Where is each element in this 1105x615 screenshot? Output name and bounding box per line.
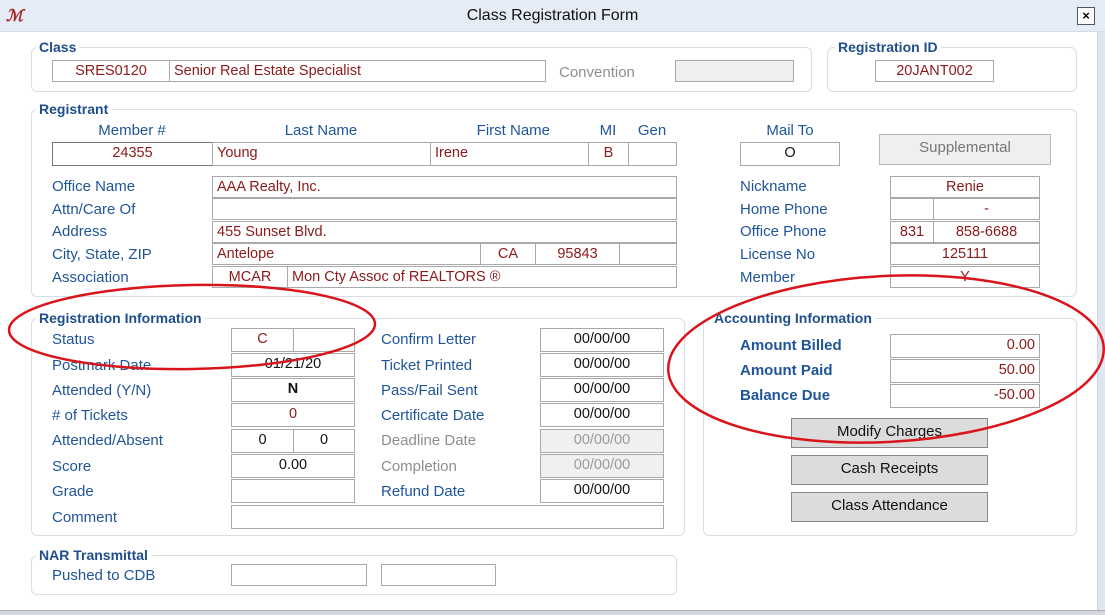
office-phone-area-field[interactable]: 831 [890, 221, 934, 243]
completion-field: 00/00/00 [540, 454, 664, 478]
gen-field[interactable] [628, 142, 677, 166]
office-phone-number-field[interactable]: 858-6688 [933, 221, 1040, 243]
registrant-label: Registrant [36, 101, 112, 117]
status-extra-field[interactable] [293, 328, 355, 352]
window-bottom-edge [0, 610, 1105, 615]
comment-label: Comment [52, 509, 118, 526]
class-attendance-button[interactable]: Class Attendance [791, 492, 988, 522]
member-label: Member [740, 269, 796, 286]
address-label: Address [52, 223, 108, 240]
certificate-date-field[interactable]: 00/00/00 [540, 403, 664, 427]
zip-ext-field[interactable] [619, 243, 677, 265]
pass-fail-sent-label: Pass/Fail Sent [381, 382, 478, 399]
comment-field[interactable] [231, 505, 664, 529]
title-bar: ℳ Class Registration Form × [0, 0, 1105, 32]
amount-billed-label: Amount Billed [740, 337, 842, 354]
registration-id-label: Registration ID [835, 39, 941, 55]
license-no-field[interactable]: 125111 [890, 243, 1040, 265]
amount-paid-field[interactable]: 50.00 [890, 359, 1040, 383]
balance-due-label: Balance Due [740, 387, 831, 404]
nickname-field[interactable]: Renie [890, 176, 1040, 198]
class-code-field[interactable]: SRES0120 [52, 60, 170, 82]
attended-field[interactable]: N [231, 378, 355, 402]
amount-paid-label: Amount Paid [740, 362, 833, 379]
pushed-to-cdb-field-2[interactable] [381, 564, 496, 586]
mail-to-field[interactable]: O [740, 142, 840, 166]
supplemental-button[interactable]: Supplemental [879, 134, 1051, 165]
status-field[interactable]: C [231, 328, 294, 352]
first-name-field[interactable]: Irene [430, 142, 589, 166]
postmark-date-field[interactable]: 01/21/20 [231, 353, 355, 377]
window-title: Class Registration Form [466, 7, 639, 24]
balance-due-field[interactable]: -50.00 [890, 384, 1040, 408]
nar-transmittal-label: NAR Transmittal [36, 547, 151, 563]
attended-label: Attended (Y/N) [52, 382, 152, 399]
refund-date-label: Refund Date [381, 483, 466, 500]
postmark-date-label: Postmark Date [52, 357, 152, 374]
attn-label: Attn/Care Of [52, 201, 136, 218]
member-field[interactable]: Y [890, 266, 1040, 288]
member-no-field[interactable]: 24355 [52, 142, 213, 166]
close-button[interactable]: × [1077, 7, 1095, 25]
home-phone-number-field[interactable]: - [933, 198, 1040, 220]
confirm-letter-field[interactable]: 00/00/00 [540, 328, 664, 352]
cash-receipts-button[interactable]: Cash Receipts [791, 455, 988, 485]
home-phone-area-field[interactable] [890, 198, 934, 220]
office-phone-label: Office Phone [740, 223, 827, 240]
attended-absent-label: Attended/Absent [52, 432, 163, 449]
license-no-label: License No [740, 246, 816, 263]
mi-field[interactable]: B [588, 142, 629, 166]
pushed-to-cdb-field-1[interactable] [231, 564, 367, 586]
home-phone-label: Home Phone [740, 201, 828, 218]
first-name-header: First Name [476, 122, 550, 139]
nickname-label: Nickname [740, 178, 807, 195]
ticket-printed-label: Ticket Printed [381, 357, 473, 374]
ticket-printed-field[interactable]: 00/00/00 [540, 353, 664, 377]
gen-header: Gen [637, 122, 667, 139]
completion-label: Completion [381, 458, 457, 475]
association-label: Association [52, 269, 129, 286]
deadline-date-label: Deadline Date [381, 432, 477, 449]
grade-label: Grade [52, 483, 94, 500]
deadline-date-field: 00/00/00 [540, 429, 664, 453]
registration-id-field[interactable]: 20JANT002 [875, 60, 994, 82]
mail-to-header: Mail To [766, 122, 814, 139]
address-field[interactable]: 455 Sunset Blvd. [212, 221, 677, 243]
member-no-header: Member # [98, 122, 166, 139]
form-body: Class SRES0120 Senior Real Estate Specia… [0, 32, 1098, 610]
convention-field [675, 60, 794, 82]
score-field[interactable]: 0.00 [231, 454, 355, 478]
office-name-label: Office Name [52, 178, 136, 195]
city-field[interactable]: Antelope [212, 243, 481, 265]
tickets-label: # of Tickets [52, 407, 128, 424]
tickets-field[interactable]: 0 [231, 403, 355, 427]
attended-count-field[interactable]: 0 [231, 429, 294, 453]
accounting-label: Accounting Information [711, 310, 875, 326]
mi-header: MI [599, 122, 617, 139]
refund-date-field[interactable]: 00/00/00 [540, 479, 664, 503]
pass-fail-sent-field[interactable]: 00/00/00 [540, 378, 664, 402]
confirm-letter-label: Confirm Letter [381, 331, 477, 348]
zip-field[interactable]: 95843 [535, 243, 620, 265]
association-code-field[interactable]: MCAR [212, 266, 288, 288]
certificate-date-label: Certificate Date [381, 407, 485, 424]
class-name-field[interactable]: Senior Real Estate Specialist [169, 60, 546, 82]
attn-field[interactable] [212, 198, 677, 220]
office-name-field[interactable]: AAA Realty, Inc. [212, 176, 677, 198]
class-group-label: Class [36, 39, 80, 55]
modify-charges-button[interactable]: Modify Charges [791, 418, 988, 448]
status-label: Status [52, 331, 95, 348]
pushed-to-cdb-label: Pushed to CDB [52, 567, 156, 584]
grade-field[interactable] [231, 479, 355, 503]
convention-label: Convention [559, 64, 635, 81]
score-label: Score [52, 458, 92, 475]
last-name-header: Last Name [284, 122, 358, 139]
city-state-zip-label: City, State, ZIP [52, 246, 152, 263]
association-name-field[interactable]: Mon Cty Assoc of REALTORS ® [287, 266, 677, 288]
registration-info-label: Registration Information [36, 310, 205, 326]
last-name-field[interactable]: Young [212, 142, 431, 166]
amount-billed-field[interactable]: 0.00 [890, 334, 1040, 358]
state-field[interactable]: CA [480, 243, 536, 265]
absent-count-field[interactable]: 0 [293, 429, 355, 453]
